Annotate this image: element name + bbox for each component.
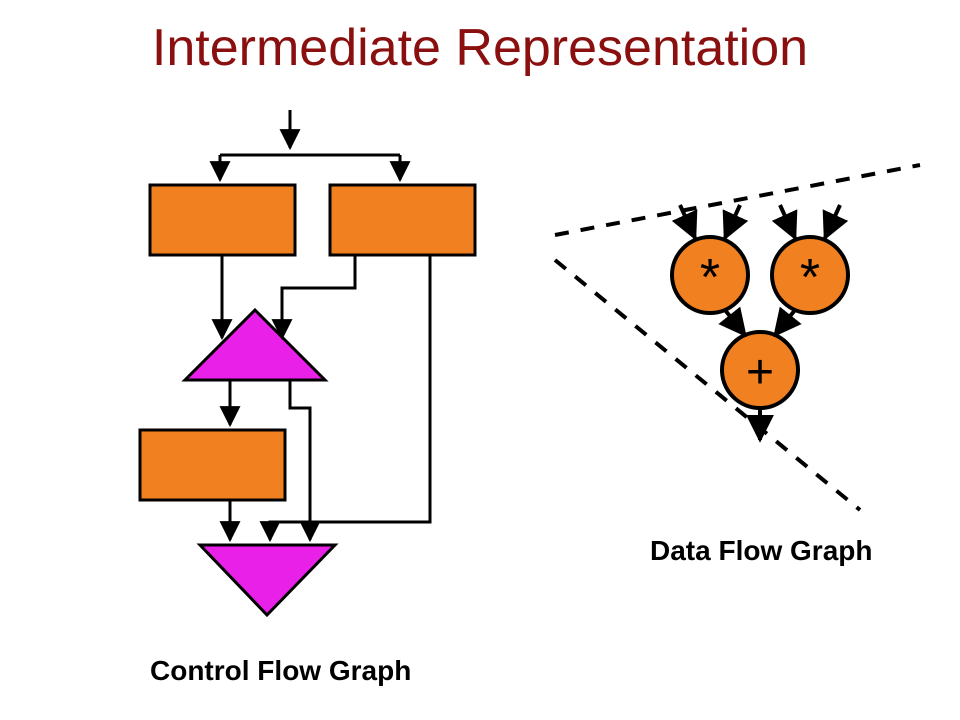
dfg-edge-mul1-add bbox=[725, 310, 745, 335]
dfg-label-mul2: * bbox=[800, 249, 820, 307]
dfg-label-mul1: * bbox=[700, 249, 720, 307]
label-data-flow: Data Flow Graph bbox=[650, 535, 872, 567]
dfg-label-add: + bbox=[746, 346, 774, 399]
cfg-block-top-left bbox=[150, 185, 295, 255]
cfg-edge-dec1-bypass bbox=[290, 380, 310, 540]
diagram-canvas: * * + bbox=[0, 0, 960, 720]
cfg-decision-1 bbox=[185, 310, 325, 380]
cfg-edge-tr-to-dec1 bbox=[282, 255, 355, 338]
cfg-block-mid bbox=[140, 430, 285, 500]
dfg-edge-in-mul2-l bbox=[780, 205, 795, 238]
cfg-edge-tr-long bbox=[270, 255, 430, 540]
dfg-edge-mul2-add bbox=[775, 310, 795, 335]
label-control-flow: Control Flow Graph bbox=[150, 655, 411, 687]
dfg-beam-top bbox=[555, 165, 920, 235]
dfg-edge-in-mul1-r bbox=[725, 205, 740, 238]
cfg-block-top-right bbox=[330, 185, 475, 255]
dfg-edge-in-mul2-r bbox=[825, 205, 840, 238]
cfg-decision-2 bbox=[200, 545, 335, 615]
